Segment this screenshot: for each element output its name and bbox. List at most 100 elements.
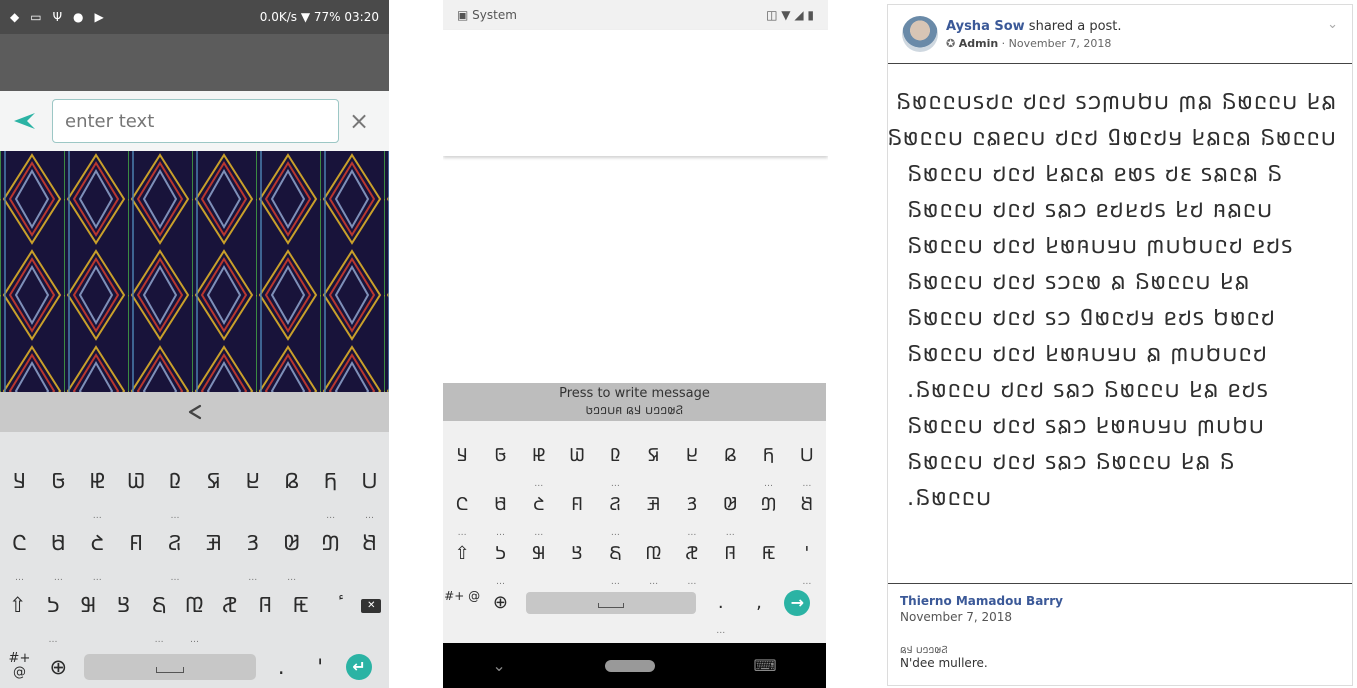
key[interactable]: 𞤉 <box>272 450 311 512</box>
period-key[interactable]: . <box>262 636 301 688</box>
key-label: 𞤌 <box>12 531 27 555</box>
key[interactable]: 𞤅 <box>558 431 596 480</box>
key[interactable]: 𞤚… <box>634 529 672 587</box>
space-bar[interactable] <box>525 591 696 614</box>
symbols-key[interactable]: #+ @ <box>0 636 39 688</box>
key[interactable]: 𞤖… <box>481 529 519 587</box>
key[interactable]: 𞤑 <box>194 512 233 574</box>
key[interactable]: 𞤇 <box>194 450 233 512</box>
key[interactable]: 𞤏 <box>558 480 596 529</box>
flag-icon: ▶ <box>94 10 105 24</box>
key[interactable]: 𞤎… <box>78 512 117 583</box>
backspace-key[interactable]: ✕ <box>354 574 389 636</box>
key[interactable]: 𞤊… <box>311 450 350 521</box>
vibrate-icon: ◫ <box>766 8 778 22</box>
back-button[interactable] <box>10 107 38 135</box>
write-message-bar[interactable]: Press to write message 𞤐𞤵𞤤𞤤𞤭 𞤣𞤫 𞤱𞤭𞤤𞤤𞤢 <box>443 383 826 421</box>
period-key[interactable]: .… <box>702 578 740 636</box>
home-button[interactable] <box>604 659 655 672</box>
close-icon[interactable]: × <box>339 107 379 135</box>
key[interactable]: 𞤅 <box>117 450 156 512</box>
key[interactable]: 𞤛… <box>673 529 711 587</box>
key[interactable]: 𞤍… <box>481 480 519 538</box>
post-author[interactable]: Aysha Sow <box>946 19 1025 34</box>
key[interactable]: 𞤜 <box>711 529 749 578</box>
space-bar[interactable] <box>83 654 256 680</box>
comma-key[interactable]: , <box>740 578 778 627</box>
post-date[interactable]: November 7, 2018 <box>1009 37 1112 50</box>
key[interactable]: 𞤓… <box>711 480 749 538</box>
adlam-keyboard: 𞤁 𞤀 𞤄… 𞤅 𞤆… 𞤇 𞤈 𞤉 𞤊… 𞤋… 𞤌… 𞤍… 𞤎… 𞤏 𞤐… 𞤑 … <box>443 421 826 643</box>
key-label: 𞤐 <box>609 494 622 515</box>
key[interactable]: 𞤒… <box>673 480 711 538</box>
key[interactable]: 𞤜 <box>248 574 283 636</box>
key[interactable]: 𞤔 <box>311 512 350 574</box>
key[interactable]: 𞤈 <box>673 431 711 480</box>
key[interactable]: 𞤘 <box>558 529 596 578</box>
key[interactable]: 𞤄… <box>520 431 558 489</box>
key[interactable]: 𞤌… <box>443 480 481 538</box>
text-input-box[interactable] <box>52 99 339 143</box>
key[interactable]: 𞤌… <box>0 512 39 583</box>
key[interactable]: 𞤍… <box>39 512 78 583</box>
key[interactable]: 𞤝 <box>283 574 318 636</box>
avatar[interactable] <box>902 16 938 52</box>
keyboard-row-3: ⇧ 𞤖… 𞤗 𞤘 𞤙… 𞤚… 𞤛… 𞤜 𞤝 '… <box>443 529 826 587</box>
shift-key[interactable]: ⇧ <box>0 574 35 636</box>
key[interactable]: 𞤄… <box>78 450 117 521</box>
key[interactable]: 𞤐… <box>596 480 634 538</box>
globe-icon[interactable]: ⊕ <box>481 578 519 627</box>
key[interactable]: 𞤀 <box>39 450 78 512</box>
post-line: 𞤐𞤵𞤤𞤤𞤭 𞤢𞤤𞤢 𞤲𞤫𞤮 𞤥𞤢𞤣𞤢𞤲 𞤣𞤢 𞤱𞤫𞤤𞤭 <box>906 197 1273 223</box>
enter-key[interactable]: → <box>778 578 816 627</box>
key[interactable]: 𞤏 <box>117 512 156 574</box>
key[interactable]: 𞤓… <box>272 512 311 583</box>
key-label: 𞤎 <box>533 494 545 515</box>
key[interactable]: 𞤊… <box>749 431 787 489</box>
key[interactable]: 𞤋… <box>788 431 826 489</box>
key[interactable]: 𞤇 <box>634 431 672 480</box>
key[interactable]: 𞤑 <box>634 480 672 529</box>
keyboard-switch-icon[interactable]: ⌨ <box>753 656 776 675</box>
key[interactable]: 𞤈 <box>233 450 272 512</box>
key-label: 𞤄 <box>89 469 106 493</box>
key[interactable]: 𞤀 <box>481 431 519 480</box>
key[interactable]: 𞤁 <box>443 431 481 480</box>
key[interactable]: 𞤔 <box>749 480 787 529</box>
key[interactable]: 𞤐… <box>156 512 195 583</box>
key[interactable]: 𞤗 <box>520 529 558 578</box>
usb-icon: Ψ <box>52 10 64 24</box>
network-speed: 0.0K/s <box>259 10 298 24</box>
share-icon[interactable] <box>186 403 204 421</box>
key[interactable]: ٔ <box>318 574 353 636</box>
chevron-down-icon[interactable]: ⌄ <box>492 656 505 675</box>
apostrophe-key[interactable]: ' <box>301 636 340 688</box>
key[interactable]: 𞤝 <box>749 529 787 578</box>
key[interactable]: 𞤛 <box>212 574 247 636</box>
key[interactable]: 𞤉 <box>711 431 749 480</box>
globe-icon[interactable]: ⊕ <box>39 636 78 688</box>
symbols-key[interactable]: #+ @ <box>443 578 481 627</box>
key[interactable]: 𞤁 <box>0 450 39 512</box>
enter-key[interactable]: ↵ <box>340 636 379 688</box>
key[interactable]: 𞤖… <box>35 574 70 645</box>
text-input[interactable] <box>63 109 338 133</box>
key[interactable]: 𞤆… <box>596 431 634 489</box>
key[interactable]: 𞤋… <box>350 450 389 521</box>
key[interactable]: '… <box>788 529 826 587</box>
key[interactable]: 𞤒… <box>233 512 272 583</box>
key[interactable]: 𞤕 <box>788 480 826 529</box>
comment-author[interactable]: Thierno Mamadou Barry <box>900 594 1340 608</box>
key[interactable]: 𞤘 <box>106 574 141 636</box>
keyboard-icon: ▭ <box>30 10 43 24</box>
key[interactable]: 𞤕 <box>350 512 389 574</box>
shift-key[interactable]: ⇧ <box>443 529 481 578</box>
chevron-down-icon[interactable]: ⌄ <box>1327 17 1338 32</box>
key[interactable]: 𞤙… <box>596 529 634 587</box>
key[interactable]: 𞤆… <box>156 450 195 521</box>
backspace-icon: ✕ <box>361 599 382 613</box>
key[interactable]: 𞤙… <box>141 574 176 645</box>
key[interactable]: 𞤗 <box>71 574 106 636</box>
key[interactable]: 𞤎… <box>520 480 558 538</box>
key[interactable]: 𞤚… <box>177 574 212 645</box>
